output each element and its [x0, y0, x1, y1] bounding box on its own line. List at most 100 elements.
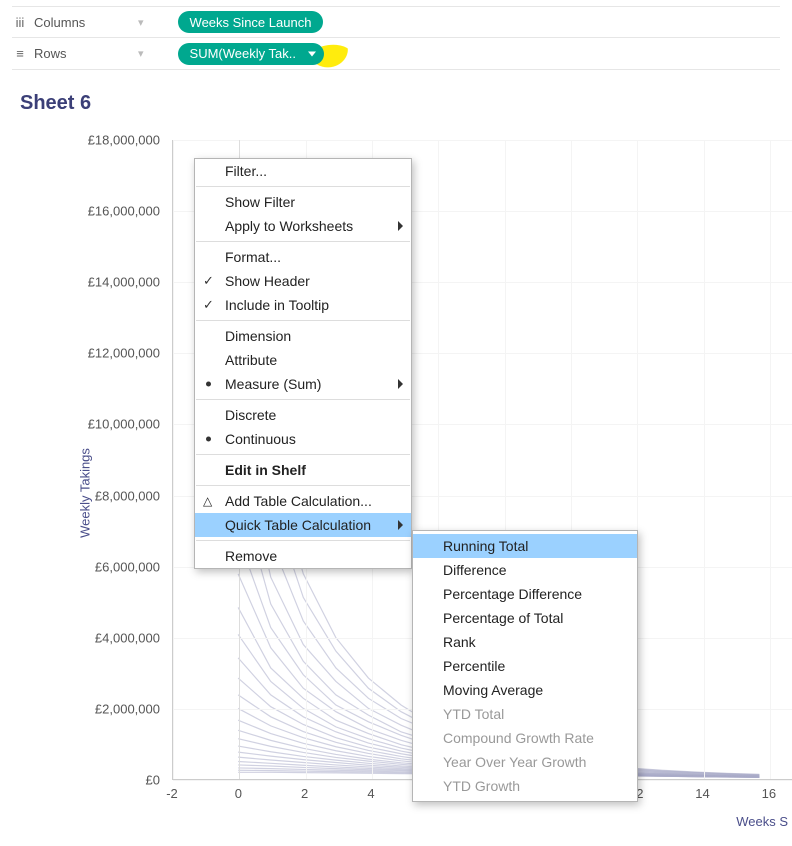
submenu-item-label: Moving Average — [443, 682, 543, 698]
rows-label: Rows — [34, 46, 134, 61]
submenu-item-label: YTD Growth — [443, 778, 520, 794]
submenu-item-label: Percentile — [443, 658, 505, 674]
x-tick: 16 — [762, 786, 776, 801]
x-tick: 4 — [367, 786, 374, 801]
submenu-item-label: Compound Growth Rate — [443, 730, 594, 746]
y-tick: £12,000,000 — [50, 346, 160, 361]
menu-item[interactable]: Attribute — [195, 348, 411, 372]
menu-item-label: Discrete — [225, 407, 276, 423]
menu-item-label: Quick Table Calculation — [225, 517, 371, 533]
menu-item[interactable]: ✓ Include in Tooltip — [195, 293, 411, 317]
menu-item[interactable]: Edit in Shelf — [195, 458, 411, 482]
shelves-panel: iii Columns ▾ Weeks Since Launch ≡ Rows … — [0, 0, 792, 70]
delta-icon: △ — [203, 494, 212, 508]
menu-item-label: Dimension — [225, 328, 291, 344]
menu-item-label: Show Header — [225, 273, 310, 289]
menu-item[interactable]: Discrete — [195, 403, 411, 427]
columns-label: Columns — [34, 15, 134, 30]
shelf-drop-caret: ▾ — [138, 47, 144, 60]
rows-icon: ≡ — [12, 46, 28, 61]
submenu-item[interactable]: Running Total — [413, 534, 637, 558]
rows-shelf[interactable]: ≡ Rows ▾ SUM(Weekly Tak.. — [12, 38, 780, 70]
columns-shelf[interactable]: iii Columns ▾ Weeks Since Launch — [12, 6, 780, 38]
sheet-title: Sheet 6 — [12, 80, 792, 119]
submenu-arrow-icon — [398, 221, 403, 231]
shelf-drop-caret: ▾ — [138, 16, 144, 29]
menu-item-label: Format... — [225, 249, 281, 265]
rows-pill[interactable]: SUM(Weekly Tak.. — [178, 43, 324, 65]
y-axis-ticks: £0£2,000,000£4,000,000£6,000,000£8,000,0… — [56, 140, 166, 780]
submenu-arrow-icon — [398, 379, 403, 389]
menu-separator — [196, 186, 410, 187]
menu-item[interactable]: Show Filter — [195, 190, 411, 214]
submenu-item: Compound Growth Rate — [413, 726, 637, 750]
submenu-item-label: Difference — [443, 562, 507, 578]
x-tick: 2 — [301, 786, 308, 801]
submenu-item-label: Percentage Difference — [443, 586, 582, 602]
menu-item[interactable]: Remove — [195, 544, 411, 568]
y-tick: £18,000,000 — [50, 133, 160, 148]
submenu-item[interactable]: Difference — [413, 558, 637, 582]
menu-item[interactable]: Filter... — [195, 159, 411, 183]
x-axis-title[interactable]: Weeks S — [736, 814, 788, 829]
check-icon: ✓ — [203, 273, 214, 289]
columns-pill-text: Weeks Since Launch — [190, 15, 312, 30]
menu-item[interactable]: △ Add Table Calculation... — [195, 489, 411, 513]
submenu-item: YTD Total — [413, 702, 637, 726]
submenu-item[interactable]: Percentile — [413, 654, 637, 678]
submenu-item-label: Year Over Year Growth — [443, 754, 586, 770]
y-tick: £4,000,000 — [50, 630, 160, 645]
y-tick: £10,000,000 — [50, 417, 160, 432]
submenu-item-label: Running Total — [443, 538, 528, 554]
menu-item[interactable]: ✓ Show Header — [195, 269, 411, 293]
bullet-icon — [206, 437, 211, 442]
menu-separator — [196, 454, 410, 455]
menu-separator — [196, 485, 410, 486]
y-tick: £16,000,000 — [50, 204, 160, 219]
y-tick: £8,000,000 — [50, 488, 160, 503]
menu-item[interactable]: Format... — [195, 245, 411, 269]
pill-dropdown-icon[interactable] — [308, 51, 316, 56]
submenu-item[interactable]: Percentage of Total — [413, 606, 637, 630]
menu-item[interactable]: Quick Table Calculation — [195, 513, 411, 537]
rows-pill-text: SUM(Weekly Tak.. — [190, 46, 296, 61]
menu-item-label: Edit in Shelf — [225, 462, 306, 478]
bullet-icon — [206, 382, 211, 387]
menu-item-label: Add Table Calculation... — [225, 493, 372, 509]
menu-item[interactable]: Apply to Worksheets — [195, 214, 411, 238]
pill-context-menu[interactable]: Filter... Show Filter Apply to Worksheets F… — [194, 158, 412, 569]
menu-separator — [196, 540, 410, 541]
y-tick: £14,000,000 — [50, 275, 160, 290]
x-tick: 14 — [695, 786, 709, 801]
menu-item-label: Continuous — [225, 431, 296, 447]
menu-item[interactable]: Dimension — [195, 324, 411, 348]
menu-item[interactable]: Measure (Sum) — [195, 372, 411, 396]
submenu-item[interactable]: Percentage Difference — [413, 582, 637, 606]
menu-item-label: Include in Tooltip — [225, 297, 329, 313]
menu-item[interactable]: Continuous — [195, 427, 411, 451]
menu-item-label: Measure (Sum) — [225, 376, 321, 392]
menu-item-label: Remove — [225, 548, 277, 564]
y-tick: £6,000,000 — [50, 559, 160, 574]
menu-separator — [196, 320, 410, 321]
submenu-item-label: Percentage of Total — [443, 610, 563, 626]
y-tick: £2,000,000 — [50, 701, 160, 716]
submenu-item: Year Over Year Growth — [413, 750, 637, 774]
submenu-arrow-icon — [398, 520, 403, 530]
submenu-item-label: YTD Total — [443, 706, 504, 722]
menu-separator — [196, 241, 410, 242]
annotation-highlight — [305, 41, 353, 72]
submenu-item: YTD Growth — [413, 774, 637, 798]
menu-item-label: Apply to Worksheets — [225, 218, 353, 234]
submenu-item[interactable]: Rank — [413, 630, 637, 654]
quick-table-calc-submenu[interactable]: Running Total Difference Percentage Differ… — [412, 530, 638, 802]
x-tick: -2 — [166, 786, 178, 801]
x-tick: 0 — [235, 786, 242, 801]
menu-item-label: Show Filter — [225, 194, 295, 210]
y-tick: £0 — [50, 773, 160, 788]
submenu-item-label: Rank — [443, 634, 476, 650]
submenu-item[interactable]: Moving Average — [413, 678, 637, 702]
check-icon: ✓ — [203, 297, 214, 313]
menu-item-label: Attribute — [225, 352, 277, 368]
columns-pill[interactable]: Weeks Since Launch — [178, 11, 324, 33]
